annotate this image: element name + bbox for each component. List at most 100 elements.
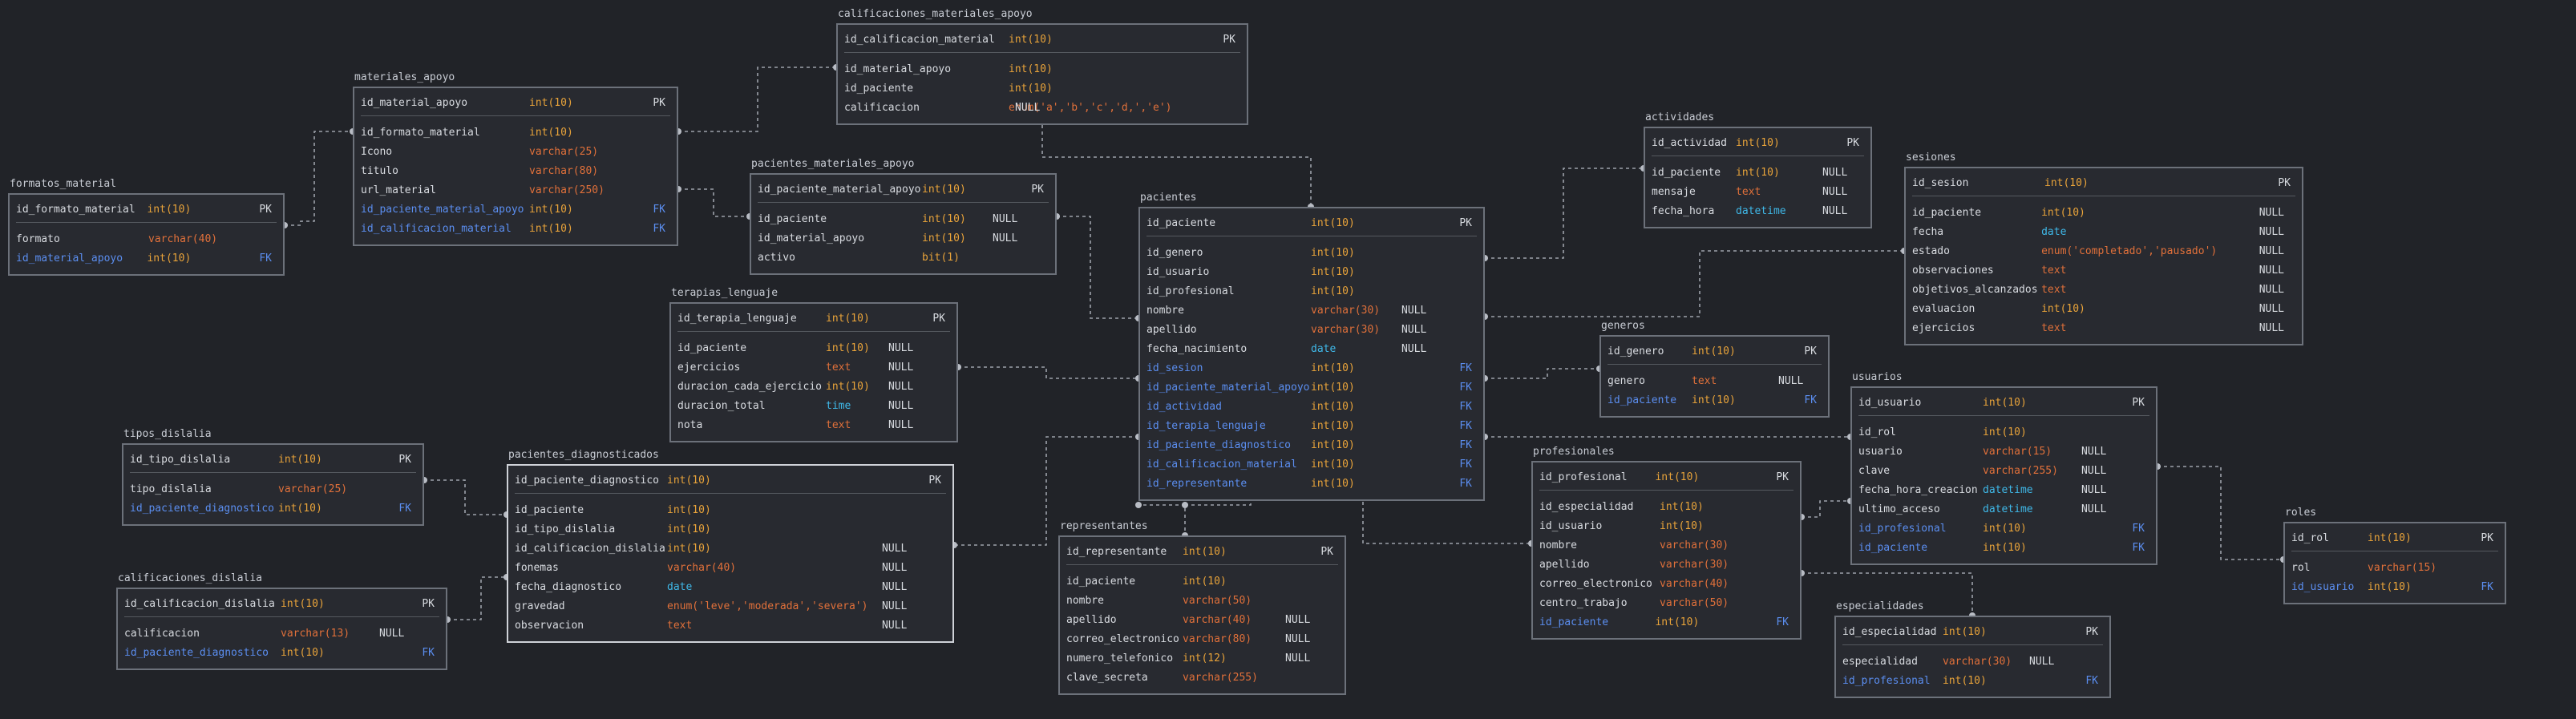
- column-row[interactable]: id_paciente_diagnostico int(10) FK: [130, 499, 416, 518]
- primary-key-row[interactable]: id_formato_material int(10) PK: [16, 200, 277, 223]
- column-row[interactable]: apellido varchar(40) NULL: [1066, 610, 1338, 629]
- column-row[interactable]: especialidad varchar(30) NULL: [1842, 652, 2103, 671]
- column-row[interactable]: estado enum('completado','pausado') NULL: [1912, 241, 2295, 261]
- column-row[interactable]: correo_electronico varchar(40): [1539, 574, 1793, 593]
- relationship-line[interactable]: [2157, 466, 2283, 560]
- column-row[interactable]: id_material_apoyo int(10): [844, 59, 1240, 79]
- primary-key-row[interactable]: id_calificacion_dislalia int(10) PK: [124, 594, 439, 617]
- table-actividades[interactable]: actividades id_actividad int(10) PK id_pacie…: [1644, 111, 1872, 228]
- table-pacientes[interactable]: pacientes id_paciente int(10) PK id_genero in…: [1138, 192, 1485, 501]
- column-row[interactable]: activo bit(1): [758, 248, 1049, 267]
- relationship-line[interactable]: [424, 479, 507, 515]
- primary-key-row[interactable]: id_material_apoyo int(10) PK: [361, 93, 670, 116]
- table-pacientes-diagnosticados[interactable]: pacientes_diagnosticados id_paciente_diag…: [507, 449, 954, 643]
- table-formatos-material[interactable]: formatos_material id_formato_material int(…: [8, 178, 285, 276]
- column-row[interactable]: apellido varchar(30): [1539, 555, 1793, 574]
- column-row[interactable]: id_actividad int(10) FK: [1146, 397, 1477, 416]
- column-row[interactable]: id_usuario int(10): [1539, 516, 1793, 535]
- primary-key-row[interactable]: id_profesional int(10) PK: [1539, 467, 1793, 491]
- column-row[interactable]: evaluacion int(10) NULL: [1912, 299, 2295, 318]
- table-materiales-apoyo[interactable]: materiales_apoyo id_material_apoyo int(10)…: [353, 71, 678, 246]
- column-row[interactable]: url_material varchar(250): [361, 180, 670, 200]
- column-row[interactable]: genero text NULL: [1607, 371, 1822, 390]
- column-row[interactable]: ejercicios text NULL: [677, 357, 950, 377]
- column-row[interactable]: id_especialidad int(10): [1539, 497, 1793, 516]
- column-row[interactable]: id_paciente int(10) FK: [1607, 390, 1822, 410]
- primary-key-row[interactable]: id_representante int(10) PK: [1066, 542, 1338, 565]
- column-row[interactable]: id_material_apoyo int(10) NULL: [758, 228, 1049, 248]
- column-row[interactable]: fecha_nacimiento date NULL: [1146, 339, 1477, 358]
- column-row[interactable]: mensaje text NULL: [1652, 182, 1864, 201]
- column-row[interactable]: gravedad enum('leve','moderada','severa')…: [515, 596, 946, 616]
- column-row[interactable]: fecha_hora datetime NULL: [1652, 201, 1864, 220]
- column-row[interactable]: id_paciente int(10) NULL: [1652, 163, 1864, 182]
- column-row[interactable]: observaciones text NULL: [1912, 261, 2295, 280]
- column-row[interactable]: ejercicios text NULL: [1912, 318, 2295, 337]
- primary-key-row[interactable]: id_paciente int(10) PK: [1146, 213, 1477, 236]
- column-row[interactable]: id_calificacion_material int(10) FK: [1146, 454, 1477, 474]
- column-row[interactable]: nombre varchar(30): [1539, 535, 1793, 555]
- primary-key-row[interactable]: id_paciente_diagnostico int(10) PK: [515, 471, 946, 494]
- relationship-line[interactable]: [678, 67, 836, 132]
- table-especialidades[interactable]: especialidades id_especialidad int(10) PK es…: [1834, 600, 2111, 698]
- primary-key-row[interactable]: id_especialidad int(10) PK: [1842, 622, 2103, 645]
- column-row[interactable]: id_paciente_diagnostico int(10) FK: [1146, 435, 1477, 454]
- relationship-line[interactable]: [1485, 168, 1644, 259]
- column-row[interactable]: id_paciente int(10): [1066, 572, 1338, 591]
- column-row[interactable]: centro_trabajo varchar(50): [1539, 593, 1793, 612]
- column-row[interactable]: clave varchar(255) NULL: [1858, 461, 2149, 480]
- relationship-line[interactable]: [447, 576, 507, 620]
- column-row[interactable]: fonemas varchar(40) NULL: [515, 558, 946, 577]
- relationship-line[interactable]: [1057, 216, 1138, 319]
- column-row[interactable]: correo_electronico varchar(80) NULL: [1066, 629, 1338, 648]
- column-row[interactable]: id_paciente int(10): [515, 500, 946, 519]
- column-row[interactable]: id_representante int(10) FK: [1146, 474, 1477, 493]
- column-row[interactable]: ultimo_acceso datetime NULL: [1858, 499, 2149, 519]
- column-row[interactable]: id_terapia_lenguaje int(10) FK: [1146, 416, 1477, 435]
- column-row[interactable]: formato varchar(40): [16, 229, 277, 248]
- relationship-line[interactable]: [1802, 500, 1850, 518]
- relationship-line[interactable]: [285, 131, 353, 226]
- column-row[interactable]: id_usuario int(10): [1146, 262, 1477, 281]
- column-row[interactable]: id_paciente_material_apoyo int(10) FK: [361, 200, 670, 219]
- column-row[interactable]: tipo_dislalia varchar(25): [130, 479, 416, 499]
- column-row[interactable]: id_paciente int(10) FK: [1858, 538, 2149, 557]
- relationship-line[interactable]: [1485, 368, 1599, 379]
- column-row[interactable]: numero_telefonico int(12) NULL: [1066, 648, 1338, 668]
- column-row[interactable]: id_paciente int(10) NULL: [758, 209, 1049, 228]
- column-row[interactable]: id_sesion int(10) FK: [1146, 358, 1477, 378]
- relationship-line[interactable]: [1485, 250, 1904, 317]
- primary-key-row[interactable]: id_tipo_dislalia int(10) PK: [130, 450, 416, 473]
- column-row[interactable]: observacion text NULL: [515, 616, 946, 635]
- column-row[interactable]: id_calificacion_material int(10) FK: [361, 219, 670, 238]
- column-row[interactable]: id_rol int(10): [1858, 422, 2149, 442]
- table-calificaciones-materiales-apoyo[interactable]: calificaciones_materiales_apoyo id_califi…: [836, 8, 1248, 125]
- primary-key-row[interactable]: id_usuario int(10) PK: [1858, 393, 2149, 416]
- column-row[interactable]: fecha date NULL: [1912, 222, 2295, 241]
- table-usuarios[interactable]: usuarios id_usuario int(10) PK id_rol int(10)…: [1850, 371, 2157, 565]
- column-row[interactable]: nota text NULL: [677, 415, 950, 434]
- column-row[interactable]: fecha_diagnostico date NULL: [515, 577, 946, 596]
- column-row[interactable]: nombre varchar(30) NULL: [1146, 301, 1477, 320]
- column-row[interactable]: objetivos_alcanzados text NULL: [1912, 280, 2295, 299]
- column-row[interactable]: clave_secreta varchar(255): [1066, 668, 1338, 687]
- column-row[interactable]: Icono varchar(25): [361, 142, 670, 161]
- table-roles[interactable]: roles id_rol int(10) PK rol varchar(15) id_usu…: [2283, 507, 2506, 604]
- er-diagram-canvas[interactable]: formatos_material id_formato_material int(…: [0, 0, 2576, 719]
- column-row[interactable]: id_paciente_diagnostico int(10) FK: [124, 643, 439, 662]
- table-calificaciones-dislalia[interactable]: calificaciones_dislalia id_calificacion_d…: [116, 572, 447, 670]
- column-row[interactable]: duracion_cada_ejercicio int(10) NULL: [677, 377, 950, 396]
- column-row[interactable]: usuario varchar(15) NULL: [1858, 442, 2149, 461]
- relationship-line[interactable]: [958, 366, 1138, 379]
- table-terapias-lenguaje[interactable]: terapias_lenguaje id_terapia_lenguaje int(…: [669, 287, 958, 442]
- relationship-line[interactable]: [678, 188, 750, 217]
- column-row[interactable]: titulo varchar(80): [361, 161, 670, 180]
- primary-key-row[interactable]: id_terapia_lenguaje int(10) PK: [677, 309, 950, 332]
- column-row[interactable]: id_profesional int(10) FK: [1842, 671, 2103, 690]
- column-row[interactable]: id_profesional int(10) FK: [1858, 519, 2149, 538]
- primary-key-row[interactable]: id_actividad int(10) PK: [1652, 133, 1864, 156]
- primary-key-row[interactable]: id_calificacion_material int(10) PK: [844, 30, 1240, 53]
- primary-key-row[interactable]: id_sesion int(10) PK: [1912, 173, 2295, 196]
- column-row[interactable]: fecha_hora_creacion datetime NULL: [1858, 480, 2149, 499]
- column-row[interactable]: id_profesional int(10): [1146, 281, 1477, 301]
